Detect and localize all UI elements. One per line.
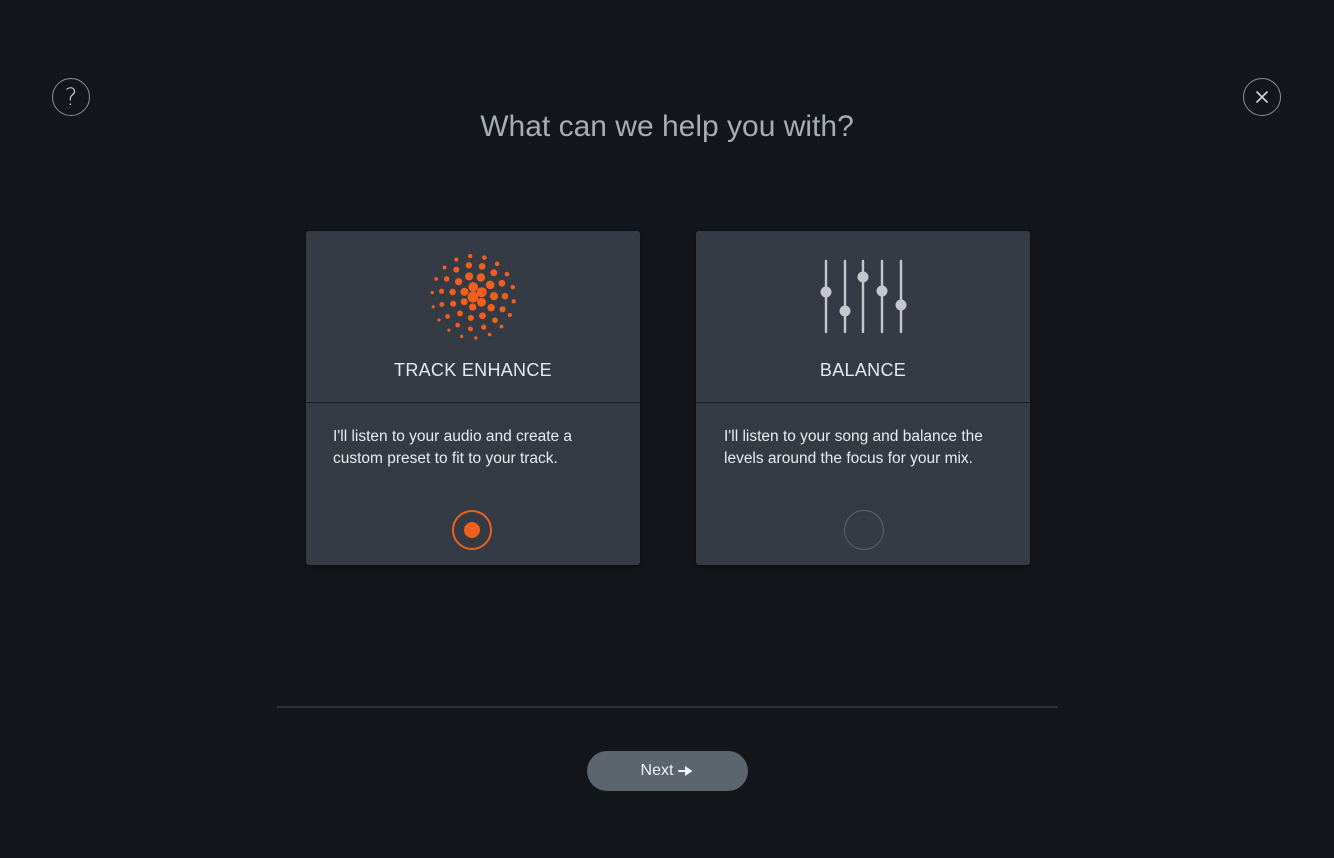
next-label: Next — [640, 762, 674, 779]
arrow-right-icon — [678, 765, 694, 777]
card-header: TRACK ENHANCE — [306, 231, 640, 403]
divider — [277, 706, 1058, 708]
page-title: What can we help you with? — [480, 110, 854, 143]
option-radio-selected[interactable] — [452, 510, 492, 550]
option-radio[interactable] — [844, 510, 884, 550]
option-description: I'll listen to your audio and create a c… — [333, 428, 573, 467]
dot-sphere-icon — [430, 253, 516, 340]
mixer-faders-icon — [820, 259, 907, 334]
option-title: BALANCE — [819, 360, 907, 380]
card-header: BALANCE — [696, 231, 1030, 403]
radio-dot — [464, 522, 480, 538]
option-description: I'll listen to your song and balance the… — [724, 428, 983, 467]
question-mark-icon: ? — [64, 82, 78, 111]
option-title: TRACK ENHANCE — [394, 360, 552, 380]
option-card-balance[interactable]: BALANCE I'll listen to your song and bal… — [696, 231, 1030, 565]
option-card-track-enhance[interactable]: TRACK ENHANCE I'll listen to your audio … — [306, 231, 640, 565]
close-icon — [1256, 91, 1268, 103]
next-button[interactable]: Next — [587, 751, 748, 791]
